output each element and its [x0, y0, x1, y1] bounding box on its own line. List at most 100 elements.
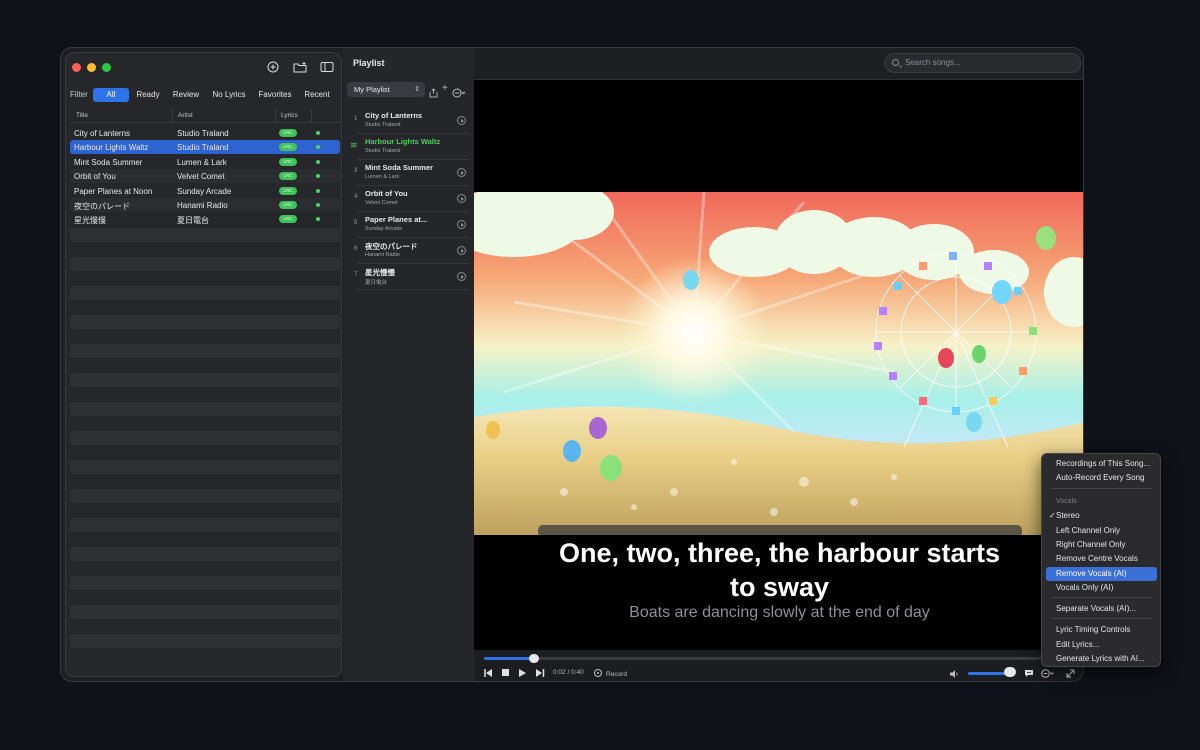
row-title: Paper Planes at Noon: [74, 186, 153, 196]
ready-status-dot: [316, 159, 320, 164]
menu-item-label: Vocals Only (AI): [1056, 583, 1114, 592]
playlist-item[interactable]: 3 Mint Soda Summer Lumen & Lark: [354, 160, 469, 186]
sidebar-toggle-icon[interactable]: [319, 59, 335, 75]
empty-row: [70, 547, 340, 561]
column-title[interactable]: Title: [76, 112, 88, 119]
playlist-item[interactable]: 7 星光慢慢 夏日電台: [354, 264, 469, 290]
table-row[interactable]: 星光慢慢 夏日電台 LRC: [70, 212, 340, 226]
table-row[interactable]: 夜空のパレード Hanami Radio LRC: [70, 198, 340, 212]
add-song-icon[interactable]: [265, 59, 281, 75]
share-icon[interactable]: [429, 85, 438, 103]
updown-chevron-icon: ⇕: [414, 86, 420, 93]
track-number: 4: [354, 194, 358, 200]
track-artist: Sunday Arcade: [365, 226, 403, 232]
lyrics-bubble-icon[interactable]: [1024, 669, 1034, 680]
minimize-window-button[interactable]: [87, 63, 96, 72]
table-row[interactable]: Orbit of You Velvet Comet LRC: [70, 169, 340, 184]
menu-item[interactable]: Generate Lyrics with AI...: [1046, 652, 1157, 666]
menu-item[interactable]: Lyric Timing Controls: [1046, 623, 1157, 637]
menu-item[interactable]: Left Channel Only: [1046, 524, 1157, 538]
playlist-item[interactable]: 4 Orbit of You Velvet Comet: [354, 186, 469, 212]
menu-item[interactable]: ✓ Stereo: [1046, 509, 1157, 523]
lrc-badge: LRC: [279, 215, 297, 224]
stop-icon[interactable]: [502, 669, 510, 679]
menu-item-label: Separate Vocals (AI)...: [1056, 604, 1137, 613]
play-track-icon[interactable]: [457, 272, 466, 281]
menu-item-label: Lyric Timing Controls: [1056, 625, 1131, 634]
row-artist: Lumen & Lark: [177, 157, 227, 167]
menu-item[interactable]: Remove Vocals (AI): [1046, 567, 1157, 581]
play-icon[interactable]: [519, 669, 527, 679]
filter-no-lyrics-button[interactable]: No Lyrics: [207, 88, 251, 102]
progress-bar[interactable]: [484, 654, 1079, 663]
menu-item[interactable]: Edit Lyrics...: [1046, 638, 1157, 652]
next-icon[interactable]: [536, 669, 545, 679]
lrc-badge: LRC: [279, 172, 297, 181]
table-row[interactable]: Mint Soda Summer Lumen & Lark LRC: [70, 155, 340, 169]
more-options-icon[interactable]: [452, 85, 466, 103]
menu-separator: [1052, 618, 1152, 619]
play-track-icon[interactable]: [457, 168, 466, 177]
add-folder-icon[interactable]: [292, 59, 308, 75]
volume-knob[interactable]: [1004, 667, 1016, 677]
empty-row: [70, 344, 340, 358]
menu-item[interactable]: Right Channel Only: [1046, 538, 1157, 552]
zoom-window-button[interactable]: [102, 63, 111, 72]
play-track-icon[interactable]: [457, 246, 466, 255]
menu-item[interactable]: Vocals Only (AI): [1046, 581, 1157, 595]
menu-item[interactable]: Auto-Record Every Song: [1046, 471, 1157, 485]
filter-all-button[interactable]: All: [93, 88, 129, 102]
column-lyrics[interactable]: Lyrics: [281, 112, 298, 119]
volume-icon[interactable]: [950, 670, 960, 680]
table-row[interactable]: Paper Planes at Noon Sunday Arcade LRC: [70, 184, 340, 198]
vocals-menu: Recordings of This Song... Auto-Record Ev…: [1041, 453, 1161, 667]
track-title: City of Lanterns: [365, 111, 423, 120]
playlist-selector-label: My Playlist: [354, 85, 390, 94]
table-header: Title Artist Lyrics: [70, 109, 340, 123]
previous-icon[interactable]: [484, 669, 493, 679]
filter-recent-button[interactable]: Recent: [299, 88, 335, 102]
menu-item[interactable]: Remove Centre Vocals: [1046, 552, 1157, 566]
row-artist: Studio Traland: [177, 129, 229, 138]
add-icon[interactable]: +: [442, 83, 448, 94]
vocals-options-icon[interactable]: [1041, 669, 1055, 680]
search-field[interactable]: Search songs...: [884, 53, 1081, 73]
track-number: 7: [354, 272, 358, 278]
menu-item[interactable]: Recordings of This Song...: [1046, 457, 1157, 471]
row-artist: Hanami Radio: [177, 201, 228, 210]
expand-icon[interactable]: [1066, 669, 1075, 680]
lyric-next-line: Boats are dancing slowly at the end of d…: [629, 604, 930, 621]
playlist-item[interactable]: 5 Paper Planes at... Sunday Arcade: [354, 212, 469, 238]
track-title: Mint Soda Summer: [365, 163, 433, 172]
playlist-item[interactable]: ≋ Harbour Lights Waltz Studio Traland: [350, 134, 469, 160]
playlist-selector[interactable]: My Playlist ⇕: [347, 82, 425, 97]
table-row[interactable]: City of Lanterns Studio Traland LRC: [70, 126, 340, 140]
playlist-item[interactable]: 1 City of Lanterns Studio Traland: [354, 108, 469, 134]
menu-item-label: Auto-Record Every Song: [1056, 473, 1145, 482]
row-title: 星光慢慢: [74, 216, 106, 226]
play-track-icon[interactable]: [457, 194, 466, 203]
play-track-icon[interactable]: [457, 116, 466, 125]
close-window-button[interactable]: [72, 63, 81, 72]
play-track-icon[interactable]: [457, 220, 466, 229]
menu-item[interactable]: Separate Vocals (AI)...: [1046, 602, 1157, 616]
lrc-badge: LRC: [279, 157, 297, 166]
record-button[interactable]: Record: [594, 669, 627, 678]
empty-row: [70, 460, 340, 474]
table-row[interactable]: Harbour Lights Waltz Studio Traland LRC: [70, 140, 340, 155]
filter-ready-button[interactable]: Ready: [131, 88, 165, 102]
now-playing-icon: ≋: [350, 140, 358, 150]
lrc-badge: LRC: [279, 201, 297, 209]
track-artist: Velvet Comet: [365, 200, 398, 206]
track-number: 3: [354, 168, 358, 174]
empty-row: [70, 518, 340, 532]
playlist-item[interactable]: 6 夜空のパレード Hanami Radio: [354, 238, 469, 264]
filter-review-button[interactable]: Review: [167, 88, 205, 102]
menu-item-label: Generate Lyrics with AI...: [1056, 654, 1145, 663]
empty-row: [70, 228, 340, 242]
track-number: 6: [354, 246, 358, 252]
filter-favorites-button[interactable]: Favorites: [253, 88, 297, 102]
column-artist[interactable]: Artist: [178, 112, 193, 119]
track-artist: Studio Traland: [365, 122, 401, 128]
progress-knob[interactable]: [529, 654, 539, 663]
